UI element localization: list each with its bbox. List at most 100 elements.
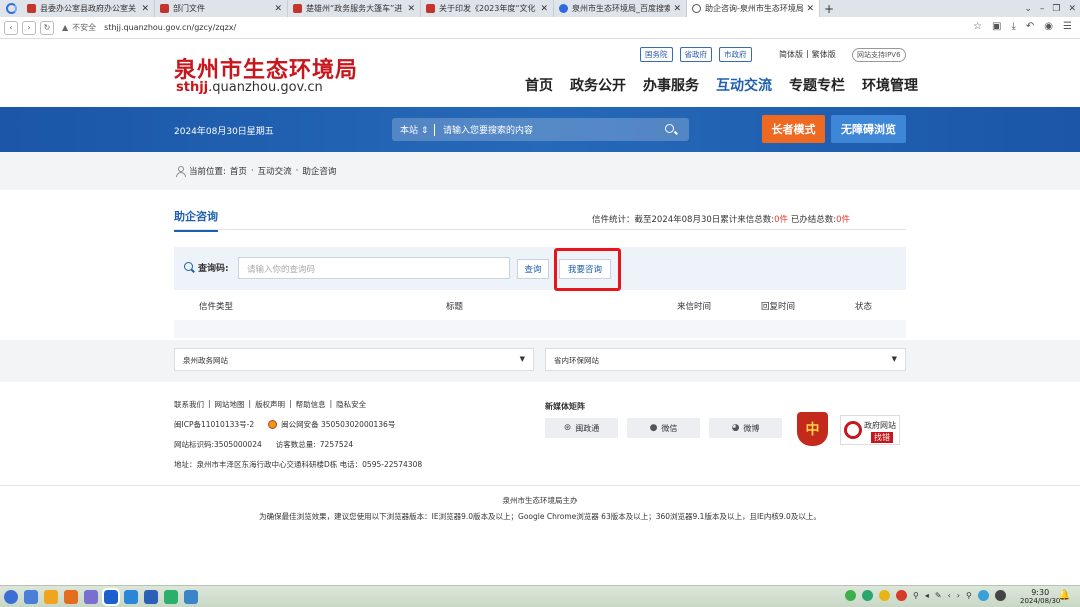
lang-traditional[interactable]: 繁体版: [812, 49, 836, 60]
query-button[interactable]: 查询: [517, 259, 549, 279]
browser-logo-icon[interactable]: [0, 0, 22, 17]
tray-app-icon[interactable]: [896, 590, 907, 601]
reload-icon[interactable]: ↻: [40, 20, 54, 35]
police-record[interactable]: 闽公网安备 35050302000136号: [281, 419, 395, 430]
browser-tab-3[interactable]: 楚雄州“政务服务大篷车”进 ✕: [288, 0, 421, 17]
address-bar: ‹ › ↻ ▲ 不安全 sthjj.quanzhou.gov.cn/gzcy/z…: [0, 17, 1080, 39]
system-clock[interactable]: 9:30 2024/08/30: [1020, 588, 1060, 606]
provincial-env-sites-select[interactable]: 省内环保网站 ▼: [545, 348, 906, 371]
elder-mode-button[interactable]: 长者模式: [762, 115, 825, 143]
search-icon[interactable]: [665, 123, 677, 136]
tray-expand-icon[interactable]: ‹: [948, 591, 951, 600]
tab-close-icon[interactable]: ✕: [274, 4, 282, 14]
site-logo-domain[interactable]: sthjj.quanzhou.gov.cn: [176, 80, 323, 95]
browser-app-icon[interactable]: [102, 588, 120, 606]
download-icon[interactable]: ⤓: [1011, 21, 1015, 32]
link-help[interactable]: 帮助信息: [296, 399, 326, 410]
search-icon[interactable]: ⚲: [966, 591, 972, 600]
menu-icon[interactable]: ☰: [1063, 21, 1072, 32]
nav-services[interactable]: 办事服务: [643, 75, 699, 95]
tab-favicon-icon: [160, 4, 169, 13]
volume-icon[interactable]: ◂: [925, 591, 929, 600]
tray-wechat-icon[interactable]: [845, 590, 856, 601]
accessibility-button[interactable]: 无障碍浏览: [831, 115, 906, 143]
tray-app-icon[interactable]: [994, 590, 1006, 601]
star-icon[interactable]: ☆: [973, 21, 982, 32]
forward-icon[interactable]: ›: [22, 20, 36, 35]
tray-chevron-icon[interactable]: ›: [957, 591, 960, 600]
browser-tab-6-active[interactable]: 助企咨询-泉州市生态环境局 ✕: [687, 0, 820, 17]
tab-favicon-icon: [27, 4, 36, 13]
breadcrumb-home[interactable]: 首页: [230, 165, 247, 177]
tray-usb-icon[interactable]: ⚲: [913, 591, 919, 600]
link-state-council[interactable]: 国务院: [640, 47, 673, 62]
taskbar-app-icon[interactable]: [184, 590, 198, 604]
taskbar-app-icon[interactable]: [124, 590, 138, 604]
weibo-button[interactable]: ◕ 微博: [709, 418, 782, 438]
col-letter-type: 信件类型: [199, 302, 234, 312]
party-gov-badge[interactable]: 中: [797, 412, 828, 446]
icp-number[interactable]: 闽ICP备11010133号-2: [174, 419, 254, 430]
query-label: 查询码:: [184, 261, 229, 274]
browser-tab-1[interactable]: 县委办公室县政府办公室关 ✕: [22, 0, 155, 17]
link-site-map[interactable]: 网站地图: [215, 399, 245, 410]
close-icon[interactable]: ✕: [1068, 4, 1076, 14]
browser-tab-2[interactable]: 部门文件 ✕: [155, 0, 288, 17]
quanzhou-gov-sites-select[interactable]: 泉州政务网站 ▼: [174, 348, 534, 371]
footer-sponsor: 泉州市生态环境局主办: [502, 496, 578, 505]
nav-env-management[interactable]: 环境管理: [862, 75, 918, 95]
taskbar-app-icon[interactable]: [84, 590, 98, 604]
link-contact-us[interactable]: 联系我们: [174, 399, 204, 410]
nav-home[interactable]: 首页: [525, 75, 553, 95]
tray-app-icon[interactable]: [862, 590, 873, 601]
chevron-down-icon[interactable]: ⌄: [1024, 4, 1032, 14]
folder-icon[interactable]: [44, 590, 58, 604]
undo-icon[interactable]: ↶: [1026, 21, 1034, 32]
link-province-gov[interactable]: 省政府: [679, 47, 712, 62]
letters-table-body: [174, 320, 906, 338]
pen-icon[interactable]: ✎: [935, 591, 942, 600]
footer-browser-note: 为确保最佳浏览效果，建议您使用以下浏览器版本：IE浏览器9.0版本及以上；Goo…: [259, 512, 821, 521]
window-controls: ⌄ – ❐ ✕: [1024, 0, 1076, 17]
taskbar-app-icon[interactable]: [24, 590, 38, 604]
breadcrumb-consult[interactable]: 助企咨询: [302, 165, 336, 177]
word-app-icon[interactable]: [144, 590, 158, 604]
tab-close-icon[interactable]: ✕: [806, 4, 814, 14]
tab-search-icon[interactable]: ▣: [992, 21, 1001, 32]
tab-close-icon[interactable]: ✕: [141, 4, 149, 14]
minimize-icon[interactable]: –: [1040, 4, 1045, 14]
nav-topics[interactable]: 专题专栏: [789, 75, 845, 95]
wechat-button[interactable]: ● 微信: [627, 418, 700, 438]
restore-icon[interactable]: ❐: [1052, 4, 1060, 14]
new-tab-icon[interactable]: +: [820, 0, 838, 17]
account-icon[interactable]: ◉: [1044, 21, 1053, 32]
mzt-button[interactable]: ⊛ 闽政通: [545, 418, 618, 438]
url-field[interactable]: ▲ 不安全 sthjj.quanzhou.gov.cn/gzcy/zqzx/: [62, 20, 236, 36]
breadcrumb-interaction[interactable]: 互动交流: [258, 165, 292, 177]
search-scope-select[interactable]: 本站 ⇕: [392, 123, 434, 136]
lang-simplified[interactable]: 简体版: [779, 49, 803, 60]
nav-interaction[interactable]: 互动交流: [716, 75, 772, 95]
tray-app-icon[interactable]: [879, 590, 890, 601]
link-privacy[interactable]: 隐私安全: [336, 399, 366, 410]
start-menu-icon[interactable]: [4, 590, 18, 604]
tab-close-icon[interactable]: ✕: [540, 4, 548, 14]
magnifier-icon: [844, 421, 862, 439]
taskbar-app-icon[interactable]: [164, 590, 178, 604]
footer-address: 地址：泉州市丰泽区东海行政中心交通科研楼D栋 电话：0595-22574308: [174, 460, 423, 469]
link-copyright[interactable]: 版权声明: [255, 399, 285, 410]
taskbar-app-icon[interactable]: [64, 590, 78, 604]
nav-gov-affairs[interactable]: 政务公开: [570, 75, 626, 95]
browser-tab-5[interactable]: 泉州市生态环境局_百度搜索 ✕: [554, 0, 687, 17]
link-city-gov[interactable]: 市政府: [719, 47, 752, 62]
letters-table-header: 信件类型 标题 来信时间 回复时间 状态: [174, 296, 906, 316]
tray-app-icon[interactable]: [977, 590, 989, 601]
browser-tab-4[interactable]: 关于印发《2023年度“文化 ✕: [421, 0, 554, 17]
notification-bell-icon[interactable]: 🔔: [1058, 590, 1070, 601]
tab-close-icon[interactable]: ✕: [673, 4, 681, 14]
query-code-input[interactable]: 请输入你的查询码: [238, 257, 510, 279]
back-icon[interactable]: ‹: [4, 20, 18, 35]
tab-close-icon[interactable]: ✕: [407, 4, 415, 14]
gov-site-error-report-badge[interactable]: 政府网站 找错: [840, 415, 900, 445]
site-search-input[interactable]: 请输入您要搜索的内容: [443, 123, 665, 136]
